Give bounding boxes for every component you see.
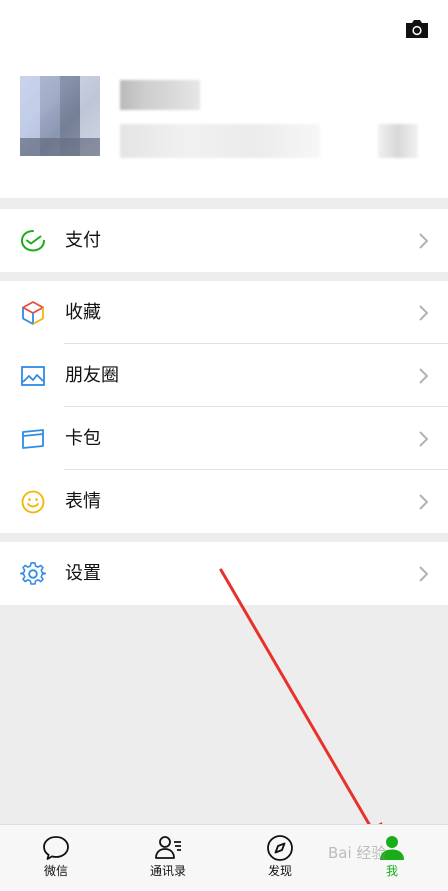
- compass-icon: [267, 835, 293, 861]
- pay-icon: [20, 229, 45, 252]
- qr-code-icon[interactable]: [378, 124, 418, 158]
- tab-contacts[interactable]: 通讯录: [112, 825, 224, 891]
- menu-item-stickers-label: 表情: [65, 490, 101, 512]
- profile-header[interactable]: [0, 0, 448, 198]
- favorites-cube-icon: [22, 300, 44, 325]
- chat-bubble-icon: [43, 836, 69, 860]
- menu-item-pay-label: 支付: [65, 229, 101, 251]
- menu-group-pay: 支付: [0, 209, 448, 272]
- tab-chats[interactable]: 微信: [0, 825, 112, 891]
- tab-discover[interactable]: 发现: [224, 825, 336, 891]
- watermark-text: Bai 经验: [328, 844, 387, 862]
- moments-picture-icon: [21, 365, 45, 386]
- tab-label: 我: [385, 864, 398, 878]
- contacts-icon: [155, 836, 181, 859]
- tab-label: 微信: [43, 864, 68, 878]
- smiley-face-icon: [21, 490, 45, 513]
- profile-wechat-id: [120, 124, 320, 158]
- profile-name: [120, 80, 200, 110]
- menu-item-settings-label: 设置: [65, 562, 101, 584]
- tab-label: 发现: [267, 864, 292, 878]
- menu-item-favorites-label: 收藏: [65, 301, 101, 323]
- menu-group-main: 收藏 朋友圈 卡包 表情: [0, 281, 448, 533]
- menu-item-cards[interactable]: 卡包: [0, 407, 448, 470]
- gear-icon: [20, 561, 46, 585]
- chevron-right-icon: [419, 367, 429, 384]
- avatar[interactable]: [20, 76, 100, 156]
- chevron-right-icon: [419, 565, 429, 582]
- menu-item-settings[interactable]: 设置: [0, 542, 448, 605]
- menu-item-moments[interactable]: 朋友圈: [0, 344, 448, 407]
- menu-group-settings: 设置: [0, 542, 448, 605]
- menu-item-stickers[interactable]: 表情: [0, 470, 448, 533]
- menu-item-cards-label: 卡包: [65, 427, 101, 449]
- chevron-right-icon: [419, 304, 429, 321]
- chevron-right-icon: [419, 430, 429, 447]
- menu-item-favorites[interactable]: 收藏: [0, 281, 448, 344]
- menu-item-pay[interactable]: 支付: [0, 209, 448, 272]
- camera-icon[interactable]: [404, 18, 430, 40]
- card-wallet-icon: [22, 428, 44, 449]
- tab-label: 通讯录: [149, 864, 186, 878]
- chevron-right-icon: [419, 232, 429, 249]
- menu-item-moments-label: 朋友圈: [65, 364, 119, 386]
- chevron-right-icon: [419, 493, 429, 510]
